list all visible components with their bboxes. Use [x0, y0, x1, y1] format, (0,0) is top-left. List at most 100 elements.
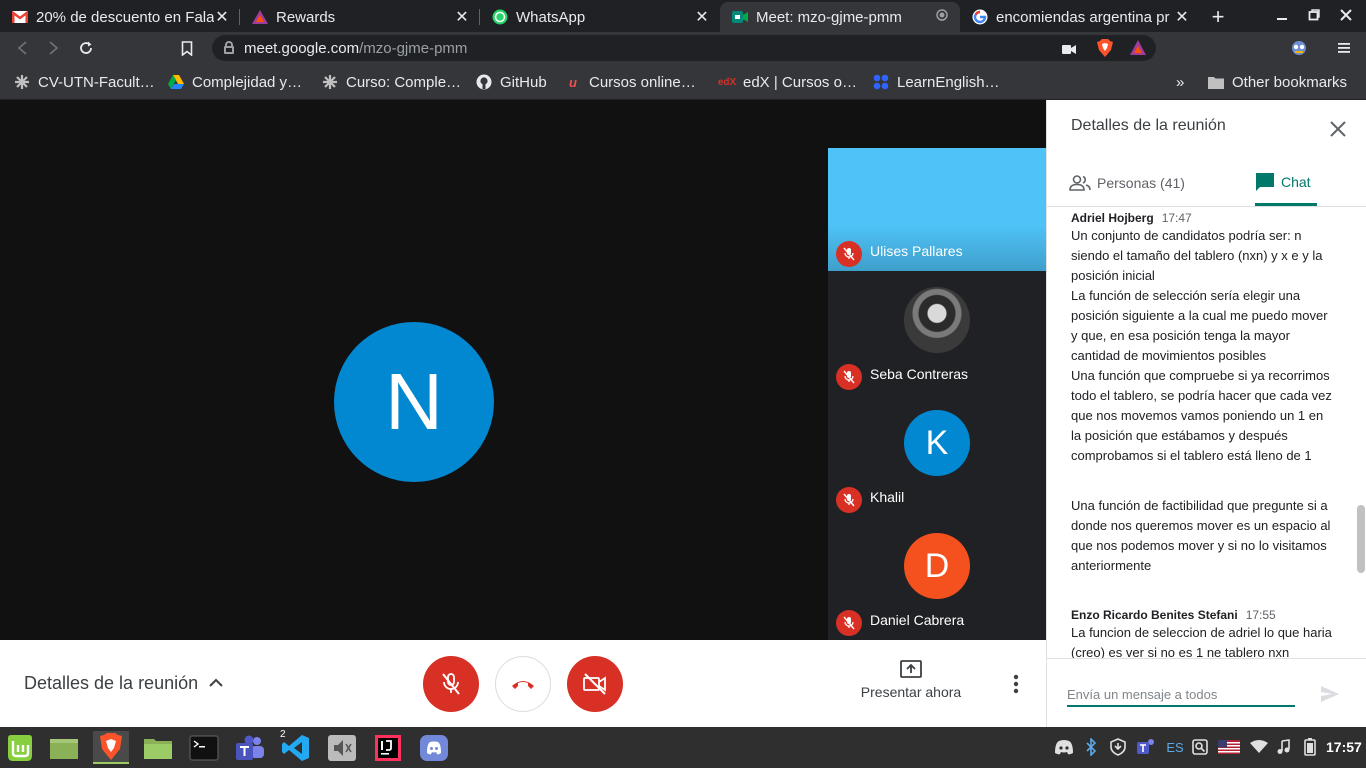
update-manager-icon[interactable]	[1108, 737, 1128, 757]
other-bookmarks-button[interactable]: Other bookmarks	[1208, 72, 1347, 92]
forward-icon[interactable]	[42, 36, 66, 60]
participant-name: Ulises Pallares	[870, 243, 963, 259]
bookmark-label: Complejidad y…	[192, 73, 303, 91]
present-now-button[interactable]: Presentar ahora	[856, 660, 966, 700]
close-tab-icon[interactable]: ✕	[1174, 7, 1190, 27]
participant-tile[interactable]: D Daniel Cabrera	[828, 517, 1046, 640]
tab-title: 20% de descuento en Falab	[36, 8, 214, 26]
bookmark-github[interactable]: GitHub	[476, 72, 547, 92]
bookmark-edx[interactable]: edX edX | Cursos o…	[718, 72, 857, 92]
files-icon[interactable]	[140, 731, 176, 764]
participant-tile[interactable]: Seba Contreras	[828, 271, 1046, 394]
clock: 17:57	[1326, 739, 1362, 755]
vscode-icon[interactable]: 2	[278, 729, 314, 764]
message-text: La función de selección sería elegir una…	[1071, 288, 1328, 363]
bookmark-label: LearnEnglish…	[897, 73, 1000, 91]
chat-icon	[1255, 172, 1275, 192]
participant-avatar: D	[904, 533, 970, 599]
close-window-icon[interactable]	[1330, 0, 1362, 30]
meeting-details-button[interactable]: Detalles de la reunión	[24, 673, 198, 694]
back-icon[interactable]	[10, 36, 34, 60]
chat-composer	[1047, 658, 1366, 727]
taskbar-brave-button[interactable]	[93, 731, 129, 764]
send-icon[interactable]	[1319, 683, 1341, 705]
keyboard-layout-indicator[interactable]: ES	[1164, 737, 1186, 757]
close-tab-icon[interactable]: ✕	[214, 7, 230, 27]
extension-icon[interactable]	[1287, 36, 1311, 60]
close-tab-icon[interactable]: ✕	[694, 7, 710, 27]
close-tab-icon[interactable]: ✕	[454, 7, 470, 27]
brave-rewards-toolbar-icon[interactable]	[1130, 40, 1146, 60]
mic-off-icon	[836, 487, 862, 513]
bookmarks-overflow-button[interactable]: »	[1176, 72, 1184, 92]
chat-scrollbar[interactable]	[1357, 505, 1365, 573]
message-header: Adriel Hojberg 17:47	[1071, 211, 1192, 225]
sound-icon[interactable]	[1274, 737, 1294, 757]
message-author: Adriel Hojberg	[1071, 211, 1154, 225]
browser-tab-gmail[interactable]: 20% de descuento en Falab ✕	[0, 2, 240, 32]
tab-people[interactable]: Personas (41)	[1069, 160, 1185, 206]
reload-icon[interactable]	[74, 36, 98, 60]
intellij-icon[interactable]	[370, 731, 406, 764]
message-time: 17:47	[1161, 211, 1192, 225]
chat-messages[interactable]: Adriel Hojberg 17:47 Un conjunto de candi…	[1047, 206, 1366, 658]
terminal-icon[interactable]	[186, 731, 222, 764]
more-options-icon[interactable]	[1006, 670, 1026, 698]
bookmark-cv-utn[interactable]: CV-UTN-Facult…	[14, 72, 155, 92]
discord-icon[interactable]	[416, 731, 452, 764]
url-host: meet.google.com	[244, 39, 360, 57]
clipboard-icon[interactable]	[1190, 737, 1210, 757]
message-text: Una función de factibilidad que pregunte…	[1071, 498, 1331, 573]
browser-tab-rewards[interactable]: Rewards ✕	[240, 2, 480, 32]
teams-tray-icon[interactable]	[1134, 737, 1158, 757]
bookmark-complejidad[interactable]: Complejidad y…	[168, 72, 302, 92]
close-icon[interactable]	[1327, 118, 1349, 140]
brave-shields-icon[interactable]	[1097, 39, 1113, 62]
bookmark-learnenglish[interactable]: LearnEnglish…	[873, 72, 1000, 92]
teams-icon[interactable]	[232, 731, 268, 764]
chevron-up-icon[interactable]	[207, 674, 225, 692]
bookmark-label: Curso: Comple…	[346, 73, 462, 91]
mic-off-icon	[836, 610, 862, 636]
bookmark-icon[interactable]	[175, 36, 199, 60]
bookmark-label: edX | Cursos o…	[743, 73, 857, 91]
people-icon	[1069, 175, 1091, 191]
participant-avatar: K	[904, 410, 970, 476]
tab-chat[interactable]: Chat	[1255, 160, 1317, 206]
present-screen-icon	[900, 660, 922, 678]
tab-title: encomiendas argentina pr	[996, 8, 1170, 26]
toggle-camera-button[interactable]	[567, 656, 623, 712]
menu-icon[interactable]	[1332, 36, 1356, 60]
participant-tile[interactable]: K Khalil	[828, 394, 1046, 517]
browser-tab-whatsapp[interactable]: WhatsApp ✕	[480, 2, 720, 32]
new-tab-button[interactable]: +	[1200, 2, 1236, 32]
browser-tab-meet[interactable]: Meet: mzo-gjme-pmm	[720, 2, 960, 32]
udemy-icon: u	[569, 74, 577, 90]
address-bar[interactable]: meet.google.com/mzo-gjme-pmm	[212, 35, 1156, 61]
browser-tab-google[interactable]: encomiendas argentina pr ✕	[960, 2, 1200, 32]
tab-title: WhatsApp	[516, 8, 586, 26]
discord-tray-icon[interactable]	[1052, 737, 1076, 757]
camera-in-use-icon[interactable]	[1062, 42, 1076, 60]
minimize-icon[interactable]	[1266, 0, 1298, 30]
maximize-icon[interactable]	[1298, 0, 1330, 30]
hang-up-icon	[512, 681, 534, 689]
show-desktop-icon[interactable]	[46, 731, 82, 764]
bluetooth-icon[interactable]	[1082, 737, 1100, 757]
mint-menu-icon[interactable]	[2, 731, 38, 764]
message-time: 17:55	[1245, 608, 1276, 622]
toggle-mic-button[interactable]	[423, 656, 479, 712]
camera-off-icon	[583, 673, 606, 695]
participant-tile[interactable]: Ulises Pallares	[828, 148, 1046, 271]
wifi-icon[interactable]	[1248, 737, 1270, 757]
participant-name: Daniel Cabrera	[870, 612, 965, 628]
volume-control-icon[interactable]	[324, 731, 360, 764]
bookmark-curso-complejidad[interactable]: Curso: Comple…	[322, 72, 461, 92]
leave-call-button[interactable]	[495, 656, 551, 712]
chat-message-input[interactable]	[1067, 683, 1295, 707]
present-now-label: Presentar ahora	[860, 684, 962, 700]
participant-name: Khalil	[870, 489, 905, 505]
battery-icon[interactable]	[1300, 737, 1320, 757]
bookmark-cursos-online[interactable]: u Cursos online…	[565, 72, 696, 92]
us-flag-icon[interactable]	[1217, 737, 1241, 757]
